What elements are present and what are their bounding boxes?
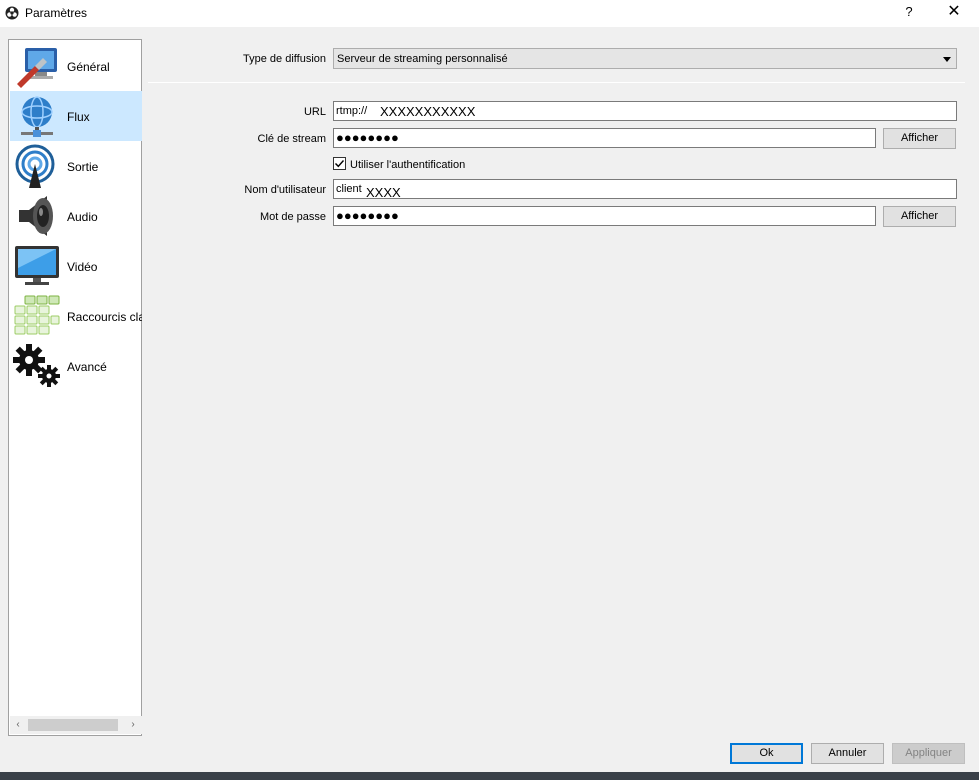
stream-type-label: Type de diffusion <box>243 53 326 65</box>
url-input[interactable]: rtmp:// XXXXXXXXXXX <box>333 101 957 121</box>
checkmark-icon <box>335 160 345 168</box>
scroll-left-icon[interactable]: ‹ <box>11 718 25 732</box>
stream-key-input[interactable]: ●●●●●●●● <box>333 128 876 148</box>
sidebar-item-general[interactable]: Général <box>10 41 142 91</box>
help-button[interactable]: ? <box>899 3 919 23</box>
password-masked-value: ●●●●●●●● <box>336 208 399 223</box>
sidebar-item-flux[interactable]: Flux <box>10 91 142 141</box>
sidebar-item-output[interactable]: Sortie <box>10 141 142 191</box>
stream-globe-icon <box>21 96 53 137</box>
stream-type-select[interactable]: Serveur de streaming personnalisé <box>333 48 957 69</box>
settings-category-list[interactable]: Général Flux Sortie Audio Vidéo Raccourc… <box>8 39 142 736</box>
sidebar-item-label: Audio <box>67 210 98 224</box>
sidebar-item-label: Sortie <box>67 160 99 174</box>
close-button[interactable]: ✕ <box>940 1 968 25</box>
apply-button[interactable]: Appliquer <box>892 743 965 764</box>
scrollbar-thumb[interactable] <box>28 719 118 731</box>
use-authentication-label[interactable]: Utiliser l'authentification <box>350 159 465 171</box>
stream-key-masked-value: ●●●●●●●● <box>336 130 399 145</box>
sidebar-item-label: Général <box>67 60 110 74</box>
username-input-value: client <box>336 183 362 195</box>
taskbar-edge <box>0 772 979 780</box>
cancel-button[interactable]: Annuler <box>811 743 884 764</box>
url-input-value: rtmp:// <box>336 105 368 117</box>
password-label: Mot de passe <box>259 211 326 223</box>
show-stream-key-button[interactable]: Afficher <box>883 128 956 149</box>
show-password-button[interactable]: Afficher <box>883 206 956 227</box>
divider <box>148 82 965 83</box>
sidebar-item-label: Avancé <box>67 360 107 374</box>
sidebar-item-label: Flux <box>67 110 90 124</box>
sidebar-item-label: Raccourcis clavier <box>67 310 142 324</box>
username-label: Nom d'utilisateur <box>244 184 326 196</box>
username-input[interactable]: client XXXX <box>333 179 957 200</box>
title-bar: Paramètres ? ✕ <box>0 0 979 27</box>
chevron-down-icon <box>943 57 951 62</box>
ok-button[interactable]: Ok <box>730 743 803 764</box>
use-authentication-checkbox[interactable] <box>333 157 346 170</box>
scroll-right-icon[interactable]: › <box>126 718 140 732</box>
url-redaction: XXXXXXXXXXX <box>380 104 476 119</box>
url-label: URL <box>303 106 326 118</box>
sidebar-item-video[interactable]: Vidéo <box>10 241 142 291</box>
stream-type-value: Serveur de streaming personnalisé <box>337 53 508 65</box>
monitor-icon <box>15 246 59 285</box>
sidebar-horizontal-scrollbar[interactable]: ‹ › <box>10 716 142 734</box>
general-settings-icon <box>17 48 57 88</box>
sidebar-item-audio[interactable]: Audio <box>10 191 142 241</box>
username-redaction: XXXX <box>366 185 401 200</box>
hotkeys-keyboard-icon <box>14 295 60 335</box>
speaker-icon <box>19 196 53 236</box>
gears-icon <box>13 344 60 387</box>
sidebar-item-label: Vidéo <box>67 260 98 274</box>
window-title: Paramètres <box>25 6 88 20</box>
sidebar-item-advanced[interactable]: Avancé <box>10 341 142 391</box>
stream-key-label: Clé de stream <box>257 133 326 145</box>
output-broadcast-icon <box>15 144 55 188</box>
password-input[interactable]: ●●●●●●●● <box>333 206 876 226</box>
sidebar-item-hotkeys[interactable]: Raccourcis clavier <box>10 291 142 341</box>
obs-logo-icon <box>5 6 19 20</box>
